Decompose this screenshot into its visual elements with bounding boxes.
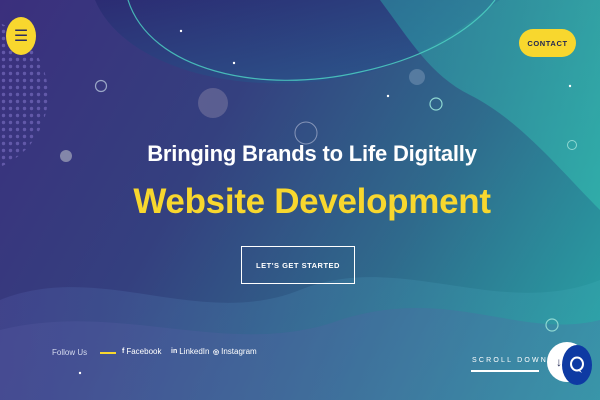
dot bbox=[179, 29, 183, 33]
get-started-label: LET'S GET STARTED bbox=[256, 260, 340, 270]
follow-divider bbox=[100, 352, 116, 354]
menu-icon: ☰ bbox=[13, 28, 29, 45]
linkedin-link[interactable]: in LinkedIn bbox=[171, 347, 209, 356]
scroll-down-label: SCROLL DOWN bbox=[472, 357, 549, 364]
linkedin-icon: in bbox=[171, 348, 178, 355]
contact-label: CONTACT bbox=[527, 38, 568, 48]
hero-section: ☰ CONTACT Bringing Brands to Life Digita… bbox=[0, 0, 600, 400]
chat-icon bbox=[570, 356, 584, 373]
ring bbox=[429, 97, 443, 111]
hero-heading: Bringing Brands to Life Digitally bbox=[147, 141, 477, 166]
grey-circle bbox=[409, 69, 425, 85]
contact-button[interactable]: CONTACT bbox=[519, 29, 576, 57]
ring bbox=[94, 79, 108, 93]
instagram-icon: ◎ bbox=[213, 348, 220, 356]
dot bbox=[78, 371, 82, 375]
facebook-label: Facebook bbox=[126, 347, 162, 356]
instagram-link[interactable]: ◎ Instagram bbox=[213, 347, 257, 356]
grey-circle bbox=[198, 88, 228, 118]
dot bbox=[232, 61, 236, 65]
get-started-button[interactable]: LET'S GET STARTED bbox=[241, 246, 355, 284]
menu-button[interactable]: ☰ bbox=[6, 17, 36, 55]
dot bbox=[568, 84, 572, 88]
instagram-label: Instagram bbox=[221, 347, 257, 356]
chat-button[interactable] bbox=[562, 345, 592, 385]
scroll-divider bbox=[471, 370, 539, 372]
follow-us-label: Follow Us bbox=[52, 348, 88, 357]
facebook-link[interactable]: f Facebook bbox=[122, 347, 161, 356]
hero-subheading: Website Development bbox=[133, 182, 491, 221]
dot bbox=[386, 94, 390, 98]
linkedin-label: LinkedIn bbox=[179, 347, 210, 356]
facebook-icon: f bbox=[122, 348, 125, 355]
